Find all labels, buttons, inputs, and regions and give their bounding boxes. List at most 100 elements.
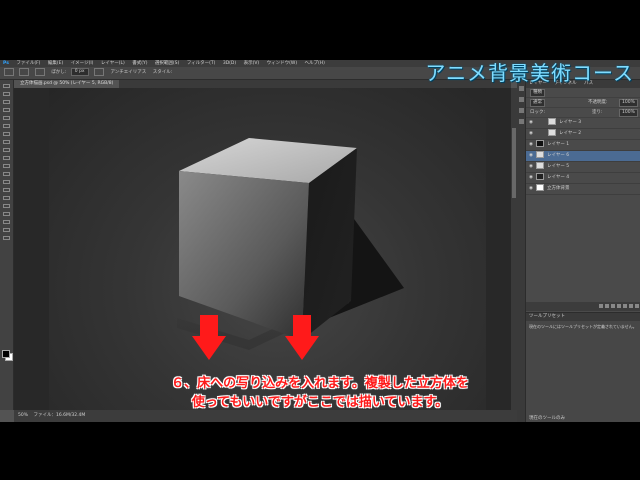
layer-name: 立方体背景: [547, 186, 570, 191]
caption-line-1: ６、床への写り込みを入れます。複製した立方体を: [171, 376, 469, 391]
layer-row[interactable]: ◉ レイヤー 1: [526, 140, 640, 151]
pen-tool-icon[interactable]: [3, 196, 10, 200]
adjustments-panel-icon[interactable]: [518, 119, 524, 124]
menu-select[interactable]: 選択範囲(S): [155, 60, 179, 67]
visibility-eye-icon[interactable]: ◉: [526, 129, 536, 139]
photoshop-window: Ps ファイル(F) 編集(E) イメージ(I) レイヤー(L) 書式(Y) 選…: [0, 60, 640, 422]
gradient-tool-icon[interactable]: [3, 172, 10, 176]
dodge-tool-icon[interactable]: [3, 188, 10, 192]
menu-image[interactable]: イメージ(I): [71, 60, 94, 67]
collapsed-panel-dock: [517, 80, 525, 422]
zoom-tool-icon[interactable]: [3, 236, 10, 240]
blur-tool-icon[interactable]: [3, 180, 10, 184]
document-info: ファイル：16.6M/32.4M: [33, 413, 86, 418]
tool-presets-message: 現在のツールにはツールプリセットが定義されていません。: [529, 324, 637, 329]
new-selection-icon[interactable]: [19, 67, 30, 76]
menu-3d[interactable]: 3D(D): [223, 60, 236, 67]
tutorial-caption: ６、床への写り込みを入れます。複製した立方体を 使ってもいいですがここでは描いて…: [0, 374, 640, 412]
course-title-overlay: アニメ背景美術コース: [425, 61, 634, 85]
layer-thumbnail: [536, 151, 544, 158]
type-tool-icon[interactable]: [3, 204, 10, 208]
move-tool-icon[interactable]: [3, 84, 10, 88]
marquee-tool-icon[interactable]: [3, 92, 10, 96]
healing-tool-icon[interactable]: [3, 132, 10, 136]
layer-row[interactable]: ◉ レイヤー 3: [526, 118, 640, 129]
zoom-level[interactable]: 50%: [18, 413, 28, 418]
trash-icon[interactable]: [635, 304, 639, 308]
opacity-input[interactable]: 100%: [619, 99, 638, 107]
canvas-area[interactable]: [14, 88, 511, 410]
layer-row[interactable]: ◉ レイヤー 2: [526, 129, 640, 140]
layers-panel: レイヤー チャンネル パス 種類 通常 不透明度: 100% ロック: 塗り: …: [525, 80, 640, 422]
layer-row[interactable]: ◉ レイヤー 5: [526, 162, 640, 173]
feather-input[interactable]: 0 px: [70, 67, 89, 76]
menu-type[interactable]: 書式(Y): [132, 60, 147, 67]
foreground-color-swatch[interactable]: [2, 350, 10, 358]
menu-window[interactable]: ウィンドウ(W): [267, 60, 297, 67]
stamp-tool-icon[interactable]: [3, 148, 10, 152]
kind-filter-select[interactable]: 種類: [530, 89, 545, 97]
history-panel-icon[interactable]: [518, 86, 524, 91]
layer-name: レイヤー 4: [547, 175, 570, 180]
visibility-eye-icon[interactable]: ◉: [526, 151, 536, 161]
layer-thumbnail: [548, 118, 556, 125]
menu-view[interactable]: 表示(V): [244, 60, 260, 67]
layer-name: レイヤー 3: [559, 120, 582, 125]
layer-style-icon[interactable]: [605, 304, 609, 308]
scroll-thumb[interactable]: [512, 128, 516, 198]
shape-tool-icon[interactable]: [3, 220, 10, 224]
add-selection-icon[interactable]: [34, 67, 45, 76]
quick-select-tool-icon[interactable]: [3, 108, 10, 112]
layer-thumbnail: [548, 129, 556, 136]
layer-row[interactable]: ◉ 立方体背景: [526, 184, 640, 195]
swatches-panel-icon[interactable]: [518, 108, 524, 113]
history-brush-tool-icon[interactable]: [3, 156, 10, 160]
layer-row-selected[interactable]: ◉ レイヤー 6: [526, 151, 640, 162]
fill-input[interactable]: 100%: [619, 109, 638, 117]
brush-tool-icon[interactable]: [3, 140, 10, 144]
caption-line-2: 使ってもいいですがここでは描いています。: [191, 395, 449, 410]
layer-row[interactable]: ◉ レイヤー 4: [526, 173, 640, 184]
tools-panel: [0, 80, 14, 410]
add-mask-icon[interactable]: [611, 304, 615, 308]
antialias-checkbox[interactable]: [94, 67, 105, 76]
visibility-eye-icon[interactable]: ◉: [526, 173, 536, 183]
fill-label: 塗り:: [592, 110, 603, 115]
new-layer-icon[interactable]: [629, 304, 633, 308]
visibility-eye-icon[interactable]: ◉: [526, 162, 536, 172]
hand-tool-icon[interactable]: [3, 228, 10, 232]
layer-thumbnail: [536, 184, 544, 191]
visibility-eye-icon[interactable]: ◉: [526, 140, 536, 150]
lasso-tool-icon[interactable]: [3, 100, 10, 104]
cube-left-face: [179, 171, 309, 340]
eyedropper-tool-icon[interactable]: [3, 124, 10, 128]
menu-filter[interactable]: フィルター(T): [187, 60, 216, 67]
blend-row: 通常 不透明度: 100%: [526, 98, 640, 108]
menu-edit[interactable]: 編集(E): [48, 60, 63, 67]
eraser-tool-icon[interactable]: [3, 164, 10, 168]
new-group-icon[interactable]: [623, 304, 627, 308]
visibility-eye-icon[interactable]: ◉: [526, 184, 536, 194]
red-arrow-left: [192, 315, 226, 360]
path-select-tool-icon[interactable]: [3, 212, 10, 216]
menu-help[interactable]: ヘルプ(H): [305, 60, 325, 67]
visibility-eye-icon[interactable]: ◉: [526, 118, 536, 128]
layer-thumbnail: [536, 140, 544, 147]
current-tool-only-checkbox[interactable]: 現在のツールのみ: [529, 415, 565, 421]
marquee-tool-preset-icon[interactable]: [4, 67, 14, 76]
menu-file[interactable]: ファイル(F): [16, 60, 40, 67]
lock-row: ロック: 塗り: 100%: [526, 108, 640, 118]
document-canvas[interactable]: [49, 88, 486, 410]
style-label: スタイル:: [152, 70, 173, 75]
document-tab[interactable]: 立方体描画.psd @ 50% (レイヤー 5, RGB/8): [14, 80, 120, 88]
crop-tool-icon[interactable]: [3, 116, 10, 120]
adjustment-layer-icon[interactable]: [617, 304, 621, 308]
link-layers-icon[interactable]: [599, 304, 603, 308]
menu-layer[interactable]: レイヤー(L): [101, 60, 125, 67]
layer-thumbnail: [536, 162, 544, 169]
properties-panel-icon[interactable]: [518, 97, 524, 102]
tool-presets-title[interactable]: ツールプリセット: [526, 313, 640, 321]
layer-actions-bar: [526, 302, 640, 311]
blend-mode-select[interactable]: 通常: [530, 99, 545, 107]
layer-name: レイヤー 1: [547, 142, 570, 147]
